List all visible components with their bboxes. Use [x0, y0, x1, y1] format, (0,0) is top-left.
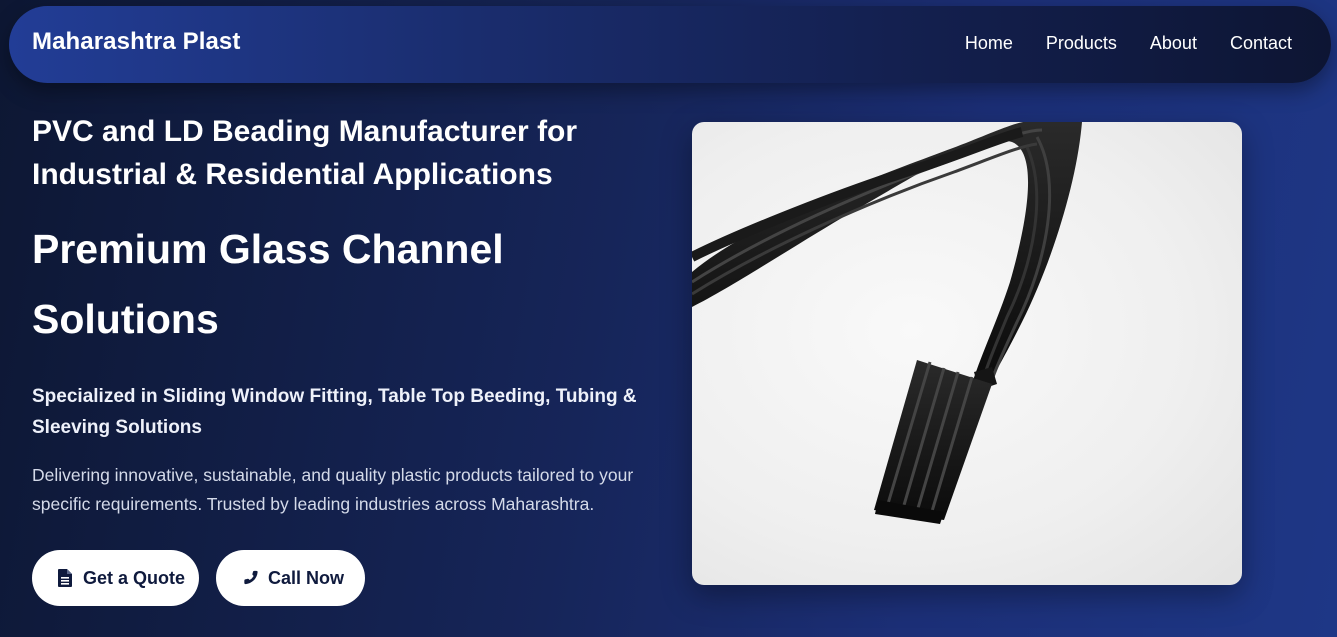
hero-title: Premium Glass Channel Solutions [32, 226, 504, 342]
nav-link-contact[interactable]: Contact [1230, 33, 1292, 54]
brand-logo[interactable]: Maharashtra Plast [32, 28, 240, 56]
hero-buttons: Get a Quote Call Now [32, 550, 365, 606]
nav-links: Home Products About Contact [965, 33, 1292, 54]
nav-link-products[interactable]: Products [1046, 33, 1117, 54]
phone-icon [243, 569, 259, 587]
hero-content: PVC and LD Beading Manufacturer for Indu… [32, 110, 662, 519]
nav-link-home[interactable]: Home [965, 33, 1013, 54]
rubber-beading-illustration [692, 122, 1082, 524]
product-image [692, 122, 1242, 585]
hero-specialization: Specialized in Sliding Window Fitting, T… [32, 386, 637, 438]
navbar: Maharashtra Plast Home Products About Co… [9, 6, 1331, 83]
call-now-label: Call Now [268, 567, 345, 588]
get-quote-label: Get a Quote [83, 567, 186, 588]
hero-subheading: PVC and LD Beading Manufacturer for Indu… [32, 115, 578, 191]
call-now-button[interactable]: Call Now [216, 550, 365, 606]
nav-link-about[interactable]: About [1150, 33, 1197, 54]
hero-description: Delivering innovative, sustainable, and … [32, 465, 634, 514]
file-icon [58, 569, 74, 587]
get-quote-button[interactable]: Get a Quote [32, 550, 199, 606]
